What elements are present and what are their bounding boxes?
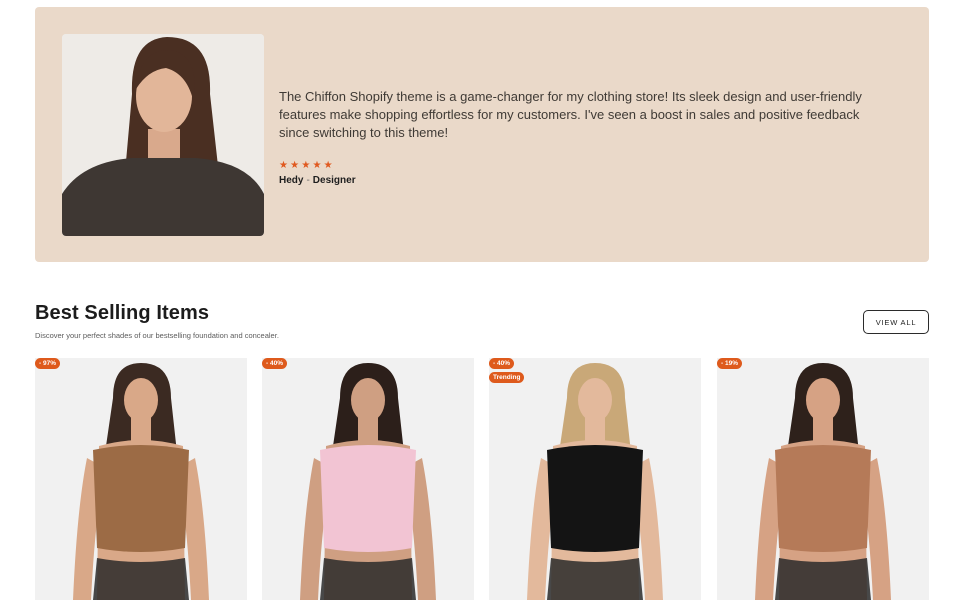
testimonial-author: Hedy - Designer xyxy=(279,175,356,186)
author-role: Designer xyxy=(312,175,356,186)
author-name: Hedy xyxy=(279,175,304,186)
testimonial-photo xyxy=(62,34,264,236)
section-title: Best Selling Items xyxy=(35,302,210,324)
section-subtitle: Discover your perfect shades of our best… xyxy=(35,331,279,340)
product-image xyxy=(717,358,929,600)
testimonial-portrait-image xyxy=(62,34,264,236)
product-image xyxy=(489,358,701,600)
product-card[interactable]: - 40% Trending xyxy=(489,358,701,600)
testimonial-card: The Chiffon Shopify theme is a game-chan… xyxy=(35,7,929,262)
trending-badge: Trending xyxy=(489,372,525,383)
discount-badge: - 40% xyxy=(262,358,287,369)
discount-badge: - 19% xyxy=(717,358,742,369)
testimonial-quote: The Chiffon Shopify theme is a game-chan… xyxy=(279,89,862,140)
product-card[interactable]: - 97% xyxy=(35,358,247,600)
view-all-button[interactable]: VIEW ALL xyxy=(863,310,929,334)
product-card[interactable]: - 19% xyxy=(717,358,929,600)
product-image xyxy=(35,358,247,600)
author-separator: - xyxy=(306,175,310,186)
discount-badge: - 97% xyxy=(35,358,60,369)
product-card[interactable]: - 40% xyxy=(262,358,474,600)
rating-stars: ★★★★★ xyxy=(279,160,335,171)
discount-badge: - 40% xyxy=(489,358,514,369)
product-image xyxy=(262,358,474,600)
